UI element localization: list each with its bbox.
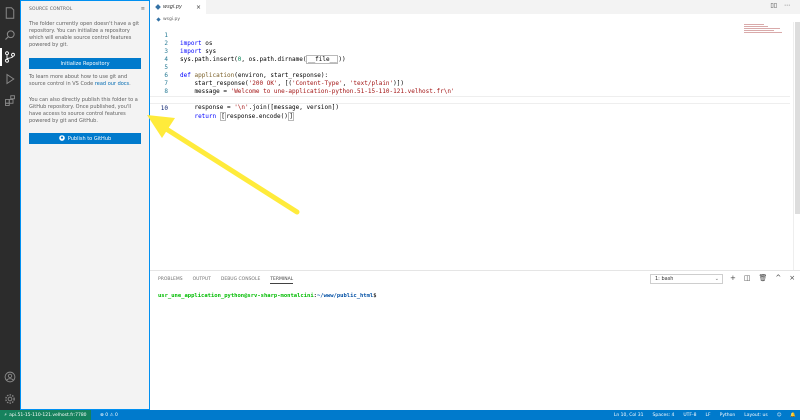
sidebar-header: SOURCE CONTROL ≡ <box>29 4 145 14</box>
feedback-icon[interactable]: ☺ <box>777 413 782 418</box>
remote-icon: ⚡ <box>4 412 8 418</box>
split-editor-icon[interactable]: ▯▯ <box>770 2 777 9</box>
code-text: return [response.encode()] <box>194 112 295 121</box>
publish-to-github-label: Publish to GitHub <box>67 135 112 142</box>
terminal-select-value: 1: bash <box>655 276 674 282</box>
cursor-position[interactable]: Ln 10, Col 31 <box>614 413 644 418</box>
new-terminal-icon[interactable]: + <box>730 274 736 282</box>
tab-debug-console[interactable]: DEBUG CONSOLE <box>221 277 260 284</box>
prompt-end: $ <box>373 293 377 299</box>
tab-label: wsgi.py <box>163 4 182 10</box>
editor-tab-bar: wsgi.py × ▯▯ ⋯ <box>150 0 800 14</box>
maximize-panel-icon[interactable]: ^ <box>775 274 781 282</box>
remote-host: api.51-15-110-121.velhost.fr:7780 <box>9 412 87 418</box>
publish-to-github-button[interactable]: Publish to GitHub <box>29 133 141 144</box>
code-text: response = '\n'.join([message, version]) <box>180 104 339 111</box>
problems-status[interactable]: ⊗ 0 ⚠ 0 <box>100 410 118 420</box>
code-line: 4 <box>150 48 790 63</box>
language-mode[interactable]: Python <box>720 413 736 418</box>
code-line: 5 def application(environ, start_respons… <box>150 56 790 79</box>
indentation[interactable]: Spaces: 4 <box>653 413 675 418</box>
trash-icon[interactable]: 🗑 <box>759 274 768 282</box>
current-code-line: 10 return [response.encode()] <box>150 96 790 121</box>
github-icon <box>59 134 65 143</box>
initialize-repository-label: Initialize Repository <box>60 60 110 67</box>
more-editor-actions-icon[interactable]: ⋯ <box>784 2 790 9</box>
python-file-icon <box>155 4 161 10</box>
more-actions-icon[interactable]: ≡ <box>141 6 145 12</box>
code-line: 6 start_response('200 OK', [('Content-Ty… <box>150 64 790 87</box>
notifications-bell-icon[interactable]: 🔔 <box>790 413 796 418</box>
extensions-icon[interactable] <box>3 94 17 108</box>
code-line: 9 response = '\n'.join([message, version… <box>150 88 790 111</box>
panel-actions: + ◫ 🗑 ^ × <box>730 274 795 282</box>
code-line: 7 message = 'Welcome to une-application-… <box>150 72 790 95</box>
code-line: 1 import os <box>150 24 790 47</box>
tab-problems[interactable]: PROBLEMS <box>158 277 183 284</box>
initialize-repository-button[interactable]: Initialize Repository <box>29 58 141 69</box>
prompt-path: ~/www/public_html <box>316 293 374 299</box>
learn-more-message: To learn more about how to use git and s… <box>29 74 143 88</box>
settings-gear-icon[interactable] <box>3 392 17 406</box>
tab-terminal[interactable]: TERMINAL <box>270 277 294 284</box>
close-panel-icon[interactable]: × <box>789 274 795 282</box>
breadcrumb-file[interactable]: wsgi.py <box>163 17 180 22</box>
editor-actions: ▯▯ ⋯ <box>770 2 790 9</box>
split-terminal-icon[interactable]: ◫ <box>744 274 751 282</box>
bottom-panel: PROBLEMS OUTPUT DEBUG CONSOLE TERMINAL 1… <box>150 270 800 410</box>
tab-output[interactable]: OUTPUT <box>193 277 211 284</box>
remote-indicator[interactable]: ⚡ api.51-15-110-121.velhost.fr:7780 <box>0 410 91 420</box>
read-docs-link[interactable]: read our docs <box>95 81 129 87</box>
close-icon[interactable]: × <box>196 4 201 11</box>
account-icon[interactable] <box>3 370 17 384</box>
explorer-icon[interactable] <box>3 6 17 20</box>
encoding[interactable]: UTF-8 <box>683 413 696 418</box>
end-of-line[interactable]: LF <box>706 413 711 418</box>
overview-ruler <box>793 22 794 270</box>
code-editor[interactable]: 1 import os 2 import sys 3 sys.path.inse… <box>150 22 800 270</box>
publish-message: You can also directly publish this folde… <box>29 97 138 124</box>
tab-wsgi-py[interactable]: wsgi.py × <box>150 0 206 14</box>
editor-scrollbar[interactable] <box>795 22 800 214</box>
terminal-select[interactable]: 1: bash ⌄ <box>650 274 723 284</box>
status-bar-right: Ln 10, Col 31 Spaces: 4 UTF-8 LF Python … <box>614 410 796 420</box>
no-repo-message: The folder currently open doesn't have a… <box>29 21 140 48</box>
status-bar: ⚡ api.51-15-110-121.velhost.fr:7780 ⊗ 0 … <box>0 410 800 420</box>
python-file-icon <box>156 16 161 22</box>
keyboard-layout[interactable]: Layout: us <box>744 413 767 418</box>
code-line: 3 sys.path.insert(0, os.path.dirname(__f… <box>150 40 790 64</box>
source-control-icon[interactable] <box>0 48 17 66</box>
terminal-prompt[interactable]: usr_une_application_python@srv-sharp-mon… <box>158 293 377 299</box>
minimap[interactable] <box>744 24 784 36</box>
line-number: 10 <box>160 105 168 112</box>
vscode-window: SOURCE CONTROL ≡ The folder currently op… <box>0 0 800 420</box>
run-debug-icon[interactable] <box>3 72 17 86</box>
sidebar-title: SOURCE CONTROL <box>29 6 73 12</box>
code-line: 8 version = 'Python %s\n' % sys.version.… <box>150 80 790 103</box>
learn-more-suffix: . <box>129 81 131 87</box>
panel-tabs: PROBLEMS OUTPUT DEBUG CONSOLE TERMINAL <box>158 277 294 284</box>
source-control-sidebar: SOURCE CONTROL ≡ The folder currently op… <box>20 0 150 410</box>
search-icon[interactable] <box>3 28 17 42</box>
activity-bar <box>0 0 20 410</box>
code-line: 2 import sys <box>150 32 790 55</box>
chevron-down-icon: ⌄ <box>714 276 719 282</box>
prompt-user: usr_une_application_python@srv-sharp-mon… <box>158 293 314 299</box>
